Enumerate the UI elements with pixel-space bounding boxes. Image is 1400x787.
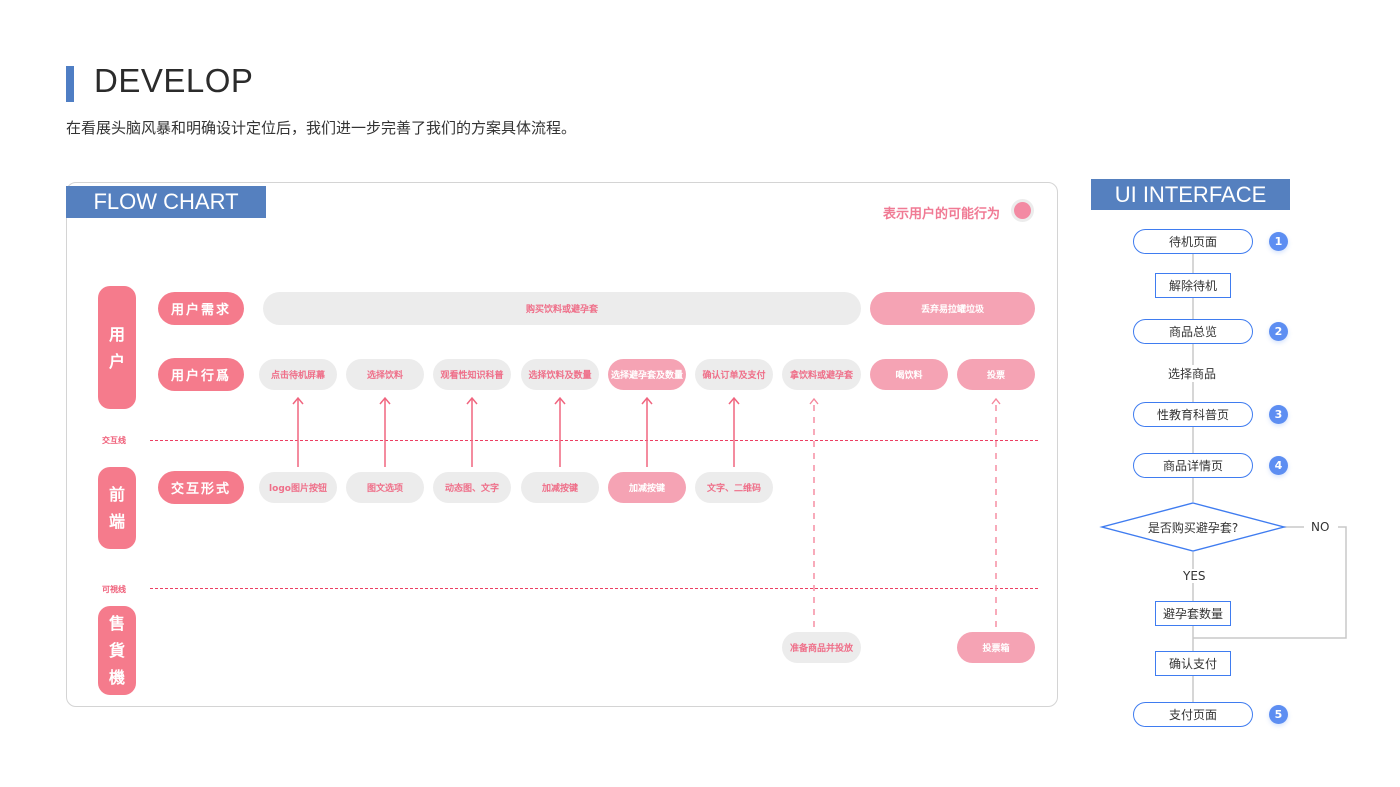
ui-page-payment: 支付页面 bbox=[1133, 702, 1253, 727]
lane-vending-machine: 售 貨 機 bbox=[98, 606, 136, 695]
flow-chart-tag: FLOW CHART bbox=[66, 186, 266, 218]
behavior-pill: 选择饮料 bbox=[346, 359, 424, 390]
ui-page-overview: 商品总览 bbox=[1133, 319, 1253, 344]
page-title: DEVELOP bbox=[94, 62, 254, 99]
lane-user-char: 户 bbox=[108, 351, 125, 371]
yes-label: YES bbox=[1183, 569, 1206, 583]
ui-action-wake: 解除待机 bbox=[1155, 273, 1231, 298]
title-accent-bar bbox=[66, 66, 74, 102]
ui-interface-tag: UI INTERFACE bbox=[1091, 179, 1290, 210]
machine-pill: 准备商品并投放 bbox=[782, 632, 861, 663]
behavior-pill: 投票 bbox=[957, 359, 1035, 390]
interaction-pill: 动态图、文字 bbox=[433, 472, 511, 503]
visibility-line bbox=[150, 588, 1038, 589]
step-badge: 4 bbox=[1269, 456, 1288, 475]
behavior-pill: 点击待机屏幕 bbox=[259, 359, 337, 390]
interaction-pill: 加减按键 bbox=[608, 472, 686, 503]
interaction-pill: logo图片按钮 bbox=[259, 472, 337, 503]
ui-page-detail: 商品详情页 bbox=[1133, 453, 1253, 478]
behavior-pill: 拿饮料或避孕套 bbox=[782, 359, 861, 390]
legend-dot-icon bbox=[1014, 202, 1031, 219]
behavior-pill: 确认订单及支付 bbox=[695, 359, 773, 390]
visibility-line-label: 可視线 bbox=[102, 585, 126, 594]
row-label-interaction-form: 交互形式 bbox=[158, 471, 244, 504]
behavior-pill: 观看性知识科普 bbox=[433, 359, 511, 390]
lane-frontend-char: 前 bbox=[108, 485, 125, 504]
interaction-line bbox=[150, 440, 1038, 441]
lane-machine-char: 售 bbox=[108, 614, 125, 633]
interaction-pill: 加减按键 bbox=[521, 472, 599, 503]
interaction-pill: 文字、二维码 bbox=[695, 472, 773, 503]
machine-pill: 投票箱 bbox=[957, 632, 1035, 663]
lane-frontend: 前 端 bbox=[98, 467, 136, 549]
page-subtitle: 在看展头脑风暴和明确设计定位后，我们进一步完善了我们的方案具体流程。 bbox=[66, 119, 577, 137]
need-pill: 购买饮料或避孕套 bbox=[263, 292, 861, 325]
row-label-user-behavior: 用户行爲 bbox=[158, 358, 244, 391]
flow-chart-panel bbox=[66, 182, 1058, 707]
interaction-pill: 图文选项 bbox=[346, 472, 424, 503]
interaction-line-label: 交互线 bbox=[102, 436, 126, 445]
lane-machine-char: 貨 bbox=[108, 641, 125, 660]
row-label-user-need: 用户需求 bbox=[158, 292, 244, 325]
decision-text: 是否购买避孕套? bbox=[1147, 521, 1239, 535]
behavior-pill: 喝饮料 bbox=[870, 359, 948, 390]
ui-action-confirm-pay: 确认支付 bbox=[1155, 651, 1231, 676]
lane-user: 用 户 bbox=[98, 286, 136, 409]
need-pill: 丢弃易拉罐垃圾 bbox=[870, 292, 1035, 325]
behavior-pill: 选择饮料及数量 bbox=[521, 359, 599, 390]
ui-label-select: 选择商品 bbox=[1166, 365, 1219, 382]
step-badge: 3 bbox=[1269, 405, 1288, 424]
ui-page-standby: 待机页面 bbox=[1133, 229, 1253, 254]
no-label: NO bbox=[1311, 520, 1330, 534]
step-badge: 5 bbox=[1269, 705, 1288, 724]
ui-action-quantity: 避孕套数量 bbox=[1155, 601, 1231, 626]
lane-user-char: 用 bbox=[108, 324, 125, 344]
legend-text: 表示用户的可能行为 bbox=[883, 207, 1001, 222]
ui-page-education: 性教育科普页 bbox=[1133, 402, 1253, 427]
lane-machine-char: 機 bbox=[108, 668, 125, 687]
step-badge: 2 bbox=[1269, 322, 1288, 341]
step-badge: 1 bbox=[1269, 232, 1288, 251]
lane-frontend-char: 端 bbox=[108, 512, 125, 531]
behavior-pill: 选择避孕套及数量 bbox=[608, 359, 686, 390]
